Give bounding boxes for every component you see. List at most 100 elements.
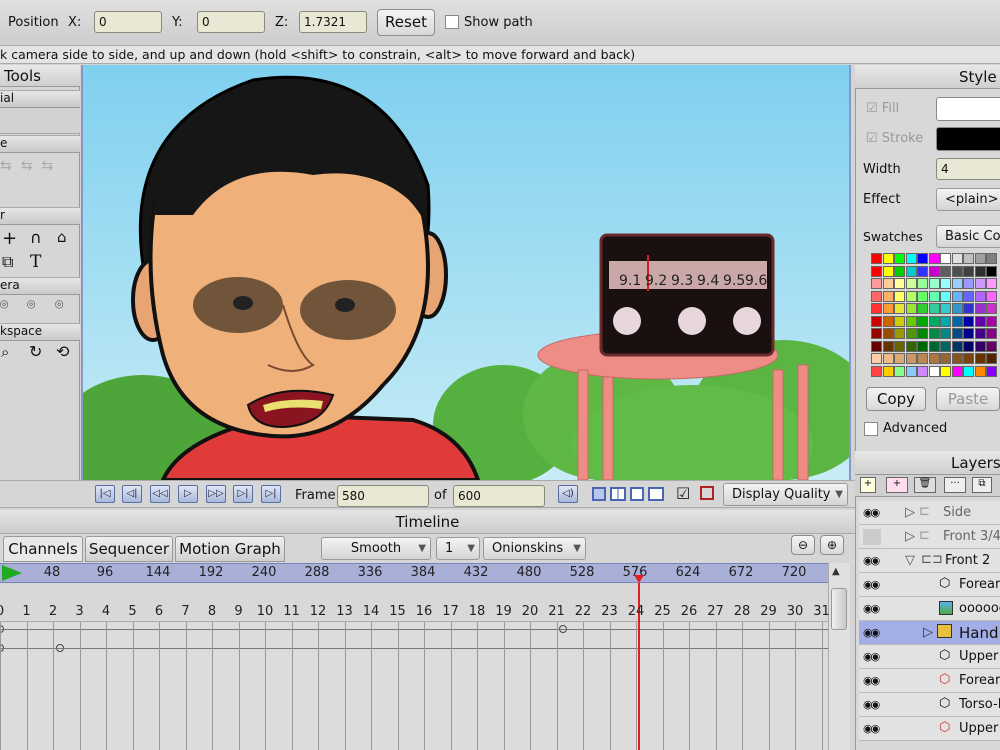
- add-point-icon[interactable]: +: [2, 228, 17, 249]
- text-tool-icon[interactable]: T: [30, 252, 41, 272]
- color-swatch[interactable]: [940, 290, 951, 302]
- width-field[interactable]: 4: [936, 158, 1000, 180]
- total-frames-field[interactable]: 600: [453, 485, 545, 507]
- go-to-start-button[interactable]: |◁: [95, 485, 115, 503]
- swatch-grid[interactable]: [871, 253, 1000, 381]
- reset-button[interactable]: Reset: [377, 9, 435, 36]
- color-swatch[interactable]: [963, 328, 974, 339]
- zoom-out-button[interactable]: ⊖: [791, 535, 815, 555]
- color-swatch[interactable]: [928, 303, 940, 314]
- camera-icon-2[interactable]: ⌾: [27, 297, 35, 313]
- color-swatch[interactable]: [986, 340, 997, 352]
- color-swatch[interactable]: [894, 315, 905, 327]
- color-swatch[interactable]: [974, 253, 986, 264]
- color-swatch[interactable]: [951, 353, 963, 364]
- color-swatch[interactable]: [963, 340, 974, 352]
- color-swatch[interactable]: [905, 353, 917, 364]
- color-swatch[interactable]: [882, 328, 894, 339]
- view-split-icon[interactable]: [610, 487, 626, 501]
- step-back-button[interactable]: ◁◁: [150, 485, 170, 503]
- color-swatch[interactable]: [974, 340, 986, 352]
- frame-bounds-icon[interactable]: [700, 486, 714, 500]
- zoom-icon[interactable]: ⌕: [1, 343, 9, 361]
- color-swatch[interactable]: [917, 328, 928, 339]
- color-swatch[interactable]: [894, 328, 905, 339]
- eye-icon[interactable]: ◉◉: [863, 505, 883, 520]
- color-swatch[interactable]: [905, 340, 917, 352]
- fill-checkbox-label[interactable]: ☑ Fill: [866, 101, 899, 116]
- color-swatch[interactable]: [928, 290, 940, 302]
- fill-bucket-icon[interactable]: ⌂: [57, 228, 67, 246]
- display-quality-dropdown[interactable]: Display Quality ▼: [723, 483, 848, 506]
- color-swatch[interactable]: [951, 315, 963, 327]
- shape-icon[interactable]: ⧉: [2, 252, 13, 272]
- color-swatch[interactable]: [905, 265, 917, 277]
- color-swatch[interactable]: [905, 278, 917, 289]
- expand-arrow-icon[interactable]: ▷: [905, 529, 915, 544]
- color-swatch[interactable]: [928, 265, 940, 277]
- eye-icon[interactable]: ◉◉: [863, 673, 883, 688]
- volume-icon[interactable]: ◁): [558, 485, 578, 503]
- camera-icon-1[interactable]: ⌾: [0, 297, 8, 313]
- color-swatch[interactable]: [894, 353, 905, 364]
- camera-icon-3[interactable]: ⌾: [55, 297, 63, 313]
- color-swatch[interactable]: [951, 265, 963, 277]
- color-swatch[interactable]: [963, 265, 974, 277]
- layer-row[interactable]: ◉◉ ⬡ Torso-F: [859, 693, 1000, 717]
- color-swatch[interactable]: [928, 278, 940, 289]
- go-to-end-button[interactable]: ▷|: [261, 485, 281, 503]
- color-swatch[interactable]: [905, 253, 917, 264]
- collapse-arrow-icon[interactable]: ▽: [905, 553, 915, 568]
- color-swatch[interactable]: [894, 290, 905, 302]
- new-layer-icon[interactable]: +: [860, 477, 876, 493]
- layer-row[interactable]: ◉◉ oooooo: [859, 597, 1000, 621]
- color-swatch[interactable]: [986, 328, 997, 339]
- color-swatch[interactable]: [951, 253, 963, 264]
- color-swatch[interactable]: [882, 303, 894, 314]
- tab-motion-graph[interactable]: Motion Graph: [175, 536, 285, 562]
- z-field[interactable]: 1.7321: [299, 11, 367, 33]
- color-swatch[interactable]: [963, 290, 974, 302]
- color-swatch[interactable]: [986, 278, 997, 289]
- tab-sequencer[interactable]: Sequencer: [85, 536, 173, 562]
- color-swatch[interactable]: [882, 290, 894, 302]
- color-swatch[interactable]: [871, 315, 882, 327]
- color-swatch[interactable]: [882, 353, 894, 364]
- color-swatch[interactable]: [974, 303, 986, 314]
- color-swatch[interactable]: [963, 278, 974, 289]
- color-swatch[interactable]: [928, 340, 940, 352]
- prev-keyframe-button[interactable]: ◁|: [122, 485, 142, 503]
- color-swatch[interactable]: [951, 328, 963, 339]
- color-swatch[interactable]: [963, 303, 974, 314]
- duplicate-layer-icon[interactable]: ⧉: [972, 477, 992, 493]
- y-field[interactable]: 0: [197, 11, 265, 33]
- color-swatch[interactable]: [986, 303, 997, 314]
- color-swatch[interactable]: [940, 315, 951, 327]
- onionskins-dropdown[interactable]: Onionskins ▼: [483, 537, 586, 560]
- color-swatch[interactable]: [928, 253, 940, 264]
- view-single-icon[interactable]: [592, 487, 606, 501]
- show-path-checkbox[interactable]: [445, 15, 459, 29]
- color-swatch[interactable]: [963, 253, 974, 264]
- fill-color-swatch[interactable]: [936, 97, 1000, 121]
- layer-row[interactable]: ◉◉ ⬡ Upper: [859, 717, 1000, 741]
- layer-row[interactable]: ◉◉ ⬡ Upper: [859, 645, 1000, 669]
- color-swatch[interactable]: [882, 315, 894, 327]
- eye-icon[interactable]: ◉◉: [863, 553, 883, 568]
- color-swatch[interactable]: [917, 353, 928, 364]
- tab-channels[interactable]: Channels: [3, 536, 83, 562]
- color-swatch[interactable]: [940, 365, 951, 377]
- color-swatch[interactable]: [940, 353, 951, 364]
- layer-row-selected[interactable]: ◉◉ ▷ Hand: [859, 621, 1000, 645]
- layer-row[interactable]: ◉◉ ⬡ Forearm: [859, 573, 1000, 597]
- play-button[interactable]: ▷: [178, 485, 198, 503]
- color-swatch[interactable]: [917, 340, 928, 352]
- swatches-dropdown[interactable]: Basic Co: [936, 225, 1000, 248]
- stroke-checkbox-label[interactable]: ☑ Stroke: [866, 131, 923, 146]
- color-swatch[interactable]: [940, 265, 951, 277]
- color-swatch[interactable]: [974, 265, 986, 277]
- layer-row[interactable]: ◉◉ ⬡ Forearm: [859, 669, 1000, 693]
- expand-arrow-icon[interactable]: ▷: [905, 505, 915, 520]
- color-swatch[interactable]: [871, 290, 882, 302]
- paste-button[interactable]: Paste: [936, 387, 1000, 411]
